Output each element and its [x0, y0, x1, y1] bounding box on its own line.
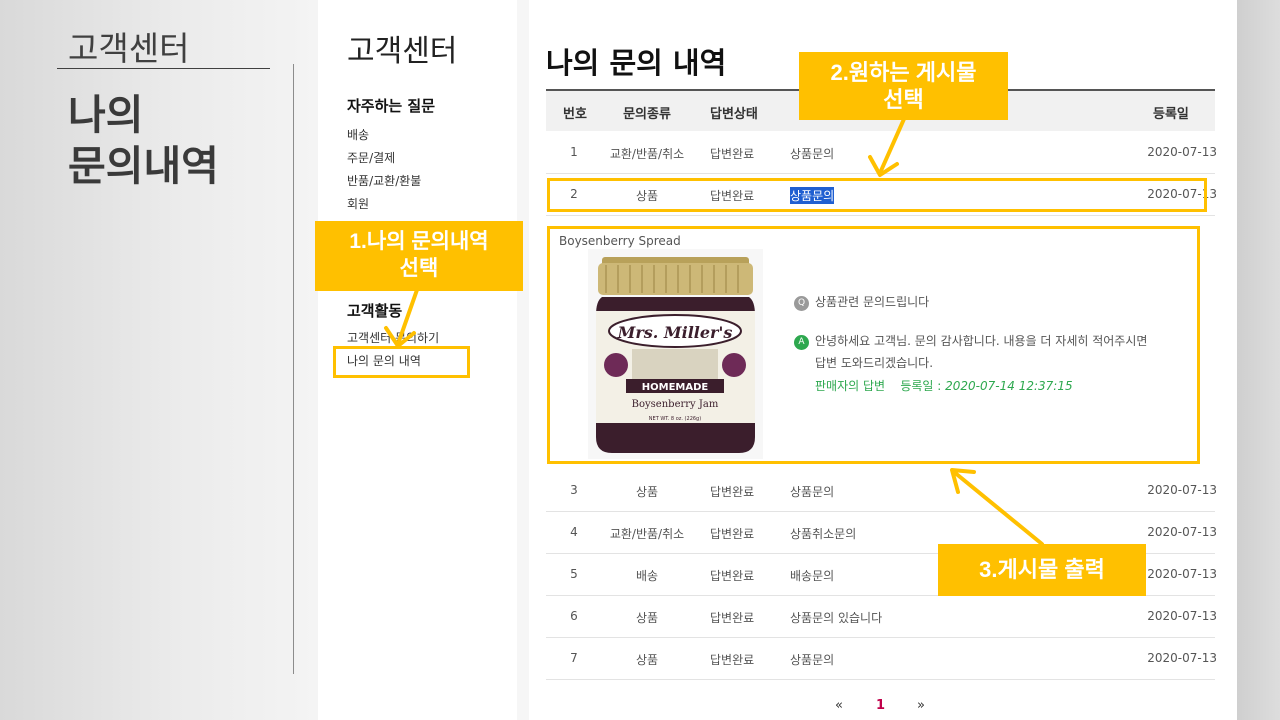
step1-callout: 1.나의 문의내역 선택: [315, 221, 523, 291]
row-status: 답변완료: [710, 653, 755, 667]
row-title[interactable]: 상품문의: [790, 483, 834, 500]
table-row[interactable]: 7 상품 답변완료 상품문의 2020-07-13: [546, 638, 1217, 680]
row-title[interactable]: 상품문의: [790, 651, 834, 668]
step1-highlight-frame: [333, 346, 470, 378]
row-date: 2020-07-13: [1147, 483, 1217, 497]
row-status: 답변완료: [710, 485, 755, 499]
row-date: 2020-07-13: [1147, 651, 1217, 665]
table-row[interactable]: 1 교환/반품/취소 답변완료 상품문의 2020-07-13: [546, 132, 1217, 174]
sidebar-item-return-refund[interactable]: 반품/교환/환불: [347, 172, 421, 189]
row-title[interactable]: 상품문의 있습니다: [790, 609, 882, 626]
step2-callout-line2: 선택: [883, 87, 924, 112]
pagination-next[interactable]: »: [917, 698, 925, 713]
row-status: 답변완료: [710, 569, 755, 583]
step2-callout: 2.원하는 게시물 선택: [799, 52, 1008, 120]
slide-title-line1: 나의: [68, 91, 144, 139]
sidebar-item-order-payment[interactable]: 주문/결제: [347, 149, 395, 166]
step1-callout-line2: 선택: [399, 257, 439, 280]
row-title[interactable]: 상품취소문의: [790, 525, 856, 542]
slide-title-line2: 문의내역: [68, 142, 219, 190]
column-header-status: 답변상태: [710, 107, 758, 122]
slide-subtitle: 고객센터: [68, 29, 190, 68]
table-row[interactable]: 6 상품 답변완료 상품문의 있습니다 2020-07-13: [546, 596, 1217, 638]
row-date: 2020-07-13: [1147, 567, 1217, 581]
slide-divider: [57, 68, 270, 69]
sidebar-item-member[interactable]: 회원: [347, 195, 369, 212]
pagination-prev[interactable]: «: [835, 698, 843, 713]
step3-callout: 3.게시물 출력: [938, 544, 1146, 596]
column-header-date: 등록일: [1153, 107, 1189, 122]
activity-heading: 고객활동: [347, 302, 403, 320]
step2-highlight-frame: [547, 178, 1207, 212]
row-title[interactable]: 배송문의: [790, 567, 834, 584]
page-title: 나의 문의 내역: [546, 46, 727, 80]
sidebar-item-contact[interactable]: 고객센터 문의하기: [347, 329, 439, 346]
sidebar-item-shipping[interactable]: 배송: [347, 126, 369, 143]
row-date: 2020-07-13: [1147, 609, 1217, 623]
slide-vertical-line: [293, 64, 294, 674]
pagination-page-1[interactable]: 1: [876, 698, 885, 713]
step2-callout-line1: 2.원하는 게시물: [830, 60, 977, 85]
slide-right-margin: [1237, 0, 1280, 720]
table-row[interactable]: 3 상품 답변완료 상품문의 2020-07-13: [546, 470, 1217, 512]
content-divider: [517, 0, 529, 720]
row-title[interactable]: 상품문의: [790, 145, 834, 162]
row-status: 답변완료: [710, 147, 755, 161]
row-status: 답변완료: [710, 527, 755, 541]
sidebar-title: 고객센터: [347, 34, 458, 69]
faq-heading: 자주하는 질문: [347, 97, 436, 115]
step1-callout-line1: 1.나의 문의내역: [349, 230, 489, 253]
column-header-type: 문의종류: [623, 107, 671, 122]
row-date: 2020-07-13: [1147, 145, 1217, 159]
row-status: 답변완료: [710, 611, 755, 625]
column-header-number: 번호: [563, 107, 587, 122]
row-date: 2020-07-13: [1147, 525, 1217, 539]
step3-highlight-frame: [547, 226, 1200, 464]
slide-title: 나의 문의내역: [68, 90, 219, 192]
